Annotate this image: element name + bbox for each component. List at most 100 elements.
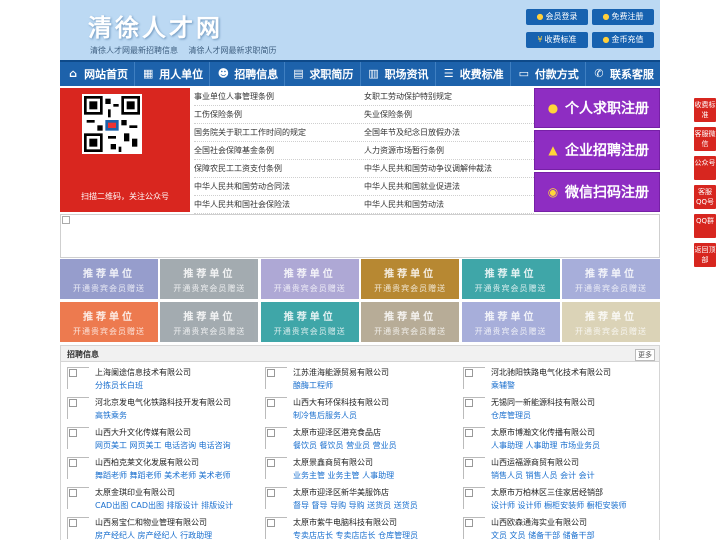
job-positions[interactable]: 销售人员 销售人员 会计 会计: [491, 470, 595, 481]
law-link[interactable]: 事业单位人事管理条例: [194, 88, 364, 105]
company-logo[interactable]: [463, 457, 485, 479]
recommend-tile[interactable]: 推荐单位 开通贵宾会员赠送: [561, 259, 660, 299]
wechat-register-button[interactable]: ◉ 微信扫码注册: [534, 172, 660, 212]
recommend-tile[interactable]: 推荐单位 开通贵宾会员赠送: [561, 302, 660, 342]
company-logo[interactable]: [67, 487, 89, 509]
company-name[interactable]: 太原市紫牛电脑科技有限公司: [293, 517, 397, 528]
pricing-button[interactable]: ¥ 收费标准: [526, 32, 588, 48]
recommend-tile[interactable]: 推荐单位 开通贵宾会员赠送: [461, 302, 560, 342]
float-qq-support[interactable]: 客服QQ号: [694, 185, 716, 209]
slogan-link-resumes[interactable]: 清徐人才网最新求职简历: [189, 46, 277, 55]
recommend-tile[interactable]: 推荐单位 开通贵宾会员赠送: [60, 259, 158, 299]
nav-home[interactable]: ⌂ 网站首页: [60, 62, 136, 86]
company-name[interactable]: 太原市迎泽区新华美服饰店: [293, 487, 389, 498]
job-positions[interactable]: CAD出图 CAD出图 排版设计 排版设计: [95, 500, 233, 511]
law-link[interactable]: 女职工劳动保护特别规定: [364, 88, 534, 105]
law-link[interactable]: 中华人民共和国劳动合同法: [194, 178, 364, 195]
recommend-tile[interactable]: 推荐单位 开通贵宾会员赠送: [461, 259, 560, 299]
company-logo[interactable]: [265, 517, 287, 539]
job-positions[interactable]: 房产经纪人 房产经纪人 行政助理: [95, 530, 212, 540]
law-link[interactable]: 中华人民共和国就业促进法: [364, 178, 534, 195]
company-logo[interactable]: [265, 487, 287, 509]
more-button[interactable]: 更多: [635, 349, 655, 361]
slogan-link-jobs[interactable]: 清徐人才网最新招聘信息: [90, 46, 178, 55]
company-logo[interactable]: [67, 457, 89, 479]
law-link[interactable]: 全国社会保障基金条例: [194, 142, 364, 159]
law-link[interactable]: 全国年节及纪念日放假办法: [364, 124, 534, 141]
job-positions[interactable]: 乘辅警: [491, 380, 515, 391]
company-name[interactable]: 河北京发电气化铁路科技开发有限公司: [95, 397, 231, 408]
company-logo[interactable]: [463, 397, 485, 419]
nav-payment[interactable]: ▭ 付款方式: [511, 62, 586, 86]
company-logo[interactable]: [463, 427, 485, 449]
company-name[interactable]: 太原市万柏林区三佳家居经销部: [491, 487, 603, 498]
job-positions[interactable]: 高铁乘务: [95, 410, 127, 421]
recommend-tile[interactable]: 推荐单位 开通贵宾会员赠送: [60, 302, 158, 342]
company-name[interactable]: 山西欧森通海实业有限公司: [491, 517, 587, 528]
company-name[interactable]: 上海阑途信息技术有限公司: [95, 367, 191, 378]
nav-support[interactable]: ✆ 联系客服: [586, 62, 660, 86]
law-link[interactable]: 失业保险条例: [364, 106, 534, 123]
company-name[interactable]: 江苏淮海能源贸易有限公司: [293, 367, 389, 378]
company-name[interactable]: 太原景鑫商贸有限公司: [293, 457, 373, 468]
site-logo[interactable]: 清徐人才网: [88, 8, 223, 43]
law-link[interactable]: 中华人民共和国社会保险法: [194, 196, 364, 213]
recommend-tile[interactable]: 推荐单位 开通贵宾会员赠送: [260, 259, 359, 299]
banner-ad[interactable]: [60, 214, 660, 258]
company-logo[interactable]: [463, 367, 485, 389]
company-name[interactable]: 太原金琪印业有限公司: [95, 487, 175, 498]
float-pricing[interactable]: 收费标准: [694, 98, 716, 122]
recommend-tile[interactable]: 推荐单位 开通贵宾会员赠送: [361, 259, 460, 299]
recharge-button[interactable]: ● 金币充值: [592, 32, 654, 48]
company-name[interactable]: 山西柏克莱文化发展有限公司: [95, 457, 199, 468]
login-button[interactable]: ● 会员登录: [526, 9, 588, 25]
company-name[interactable]: 山西易宝仁和物业管理有限公司: [95, 517, 207, 528]
job-positions[interactable]: 餐饮员 餐饮员 营业员 营业员: [293, 440, 397, 451]
company-name[interactable]: 太原市博瀚文化传播有限公司: [491, 427, 595, 438]
nav-employers[interactable]: ▦ 用人单位: [135, 62, 211, 86]
company-logo[interactable]: [265, 397, 287, 419]
company-name[interactable]: 山西大升文化传媒有限公司: [95, 427, 191, 438]
law-link[interactable]: 国务院关于职工工作时间的规定: [194, 124, 364, 141]
company-logo[interactable]: [463, 517, 485, 539]
company-name[interactable]: 山西运福源商贸有限公司: [491, 457, 579, 468]
job-positions[interactable]: 文员 文员 储备干部 储备干部: [491, 530, 595, 540]
job-positions[interactable]: 酿酶工程师: [293, 380, 333, 391]
recommend-tile[interactable]: 推荐单位 开通贵宾会员赠送: [361, 302, 460, 342]
float-back-to-top[interactable]: 返回顶部: [694, 243, 716, 267]
company-name[interactable]: 无锡同一新能源科技有限公司: [491, 397, 595, 408]
company-logo[interactable]: [67, 397, 89, 419]
job-positions[interactable]: 人事助理 人事助理 市场业务员: [491, 440, 600, 451]
personal-register-button[interactable]: ● 个人求职注册: [534, 88, 660, 128]
company-logo[interactable]: [67, 517, 89, 539]
law-link[interactable]: 工伤保险条例: [194, 106, 364, 123]
recommend-tile[interactable]: 推荐单位 开通贵宾会员赠送: [160, 259, 259, 299]
company-logo[interactable]: [67, 427, 89, 449]
law-link[interactable]: 中华人民共和国劳动法: [364, 196, 534, 213]
job-positions[interactable]: 专卖店店长 专卖店店长 仓库管理员: [293, 530, 418, 540]
job-positions[interactable]: 仓库管理员: [491, 410, 531, 421]
nav-pricing[interactable]: ☰ 收费标准: [436, 62, 511, 86]
law-link[interactable]: 中华人民共和国劳动争议调解仲裁法: [364, 160, 534, 177]
company-logo[interactable]: [265, 367, 287, 389]
nav-news[interactable]: ▥ 职场资讯: [361, 62, 436, 86]
company-logo[interactable]: [67, 367, 89, 389]
company-logo[interactable]: [265, 427, 287, 449]
recommend-tile[interactable]: 推荐单位 开通贵宾会员赠送: [160, 302, 259, 342]
nav-jobs[interactable]: ☻ 招聘信息: [210, 62, 286, 86]
job-positions[interactable]: 制冷售后服务人员: [293, 410, 357, 421]
job-positions[interactable]: 网页美工 网页美工 电话咨询 电话咨询: [95, 440, 231, 451]
float-wechat-support[interactable]: 客服微信: [694, 127, 716, 151]
company-logo[interactable]: [265, 457, 287, 479]
company-name[interactable]: 山西大有环保科技有限公司: [293, 397, 389, 408]
job-positions[interactable]: 分拣员长白班: [95, 380, 143, 391]
company-logo[interactable]: [463, 487, 485, 509]
job-positions[interactable]: 业务主管 业务主管 人事助理: [293, 470, 394, 481]
nav-resumes[interactable]: ▤ 求职简历: [285, 62, 361, 86]
job-positions[interactable]: 舞蹈老师 舞蹈老师 美术老师 美术老师: [95, 470, 231, 481]
law-link[interactable]: 人力资源市场暂行条例: [364, 142, 534, 159]
register-button[interactable]: ● 免费注册: [592, 9, 654, 25]
law-link[interactable]: 保障农民工工资支付条例: [194, 160, 364, 177]
job-positions[interactable]: 督导 督导 导购 导购 送货员 送货员: [293, 500, 418, 511]
company-name[interactable]: 太原市迎泽区港充食品店: [293, 427, 381, 438]
